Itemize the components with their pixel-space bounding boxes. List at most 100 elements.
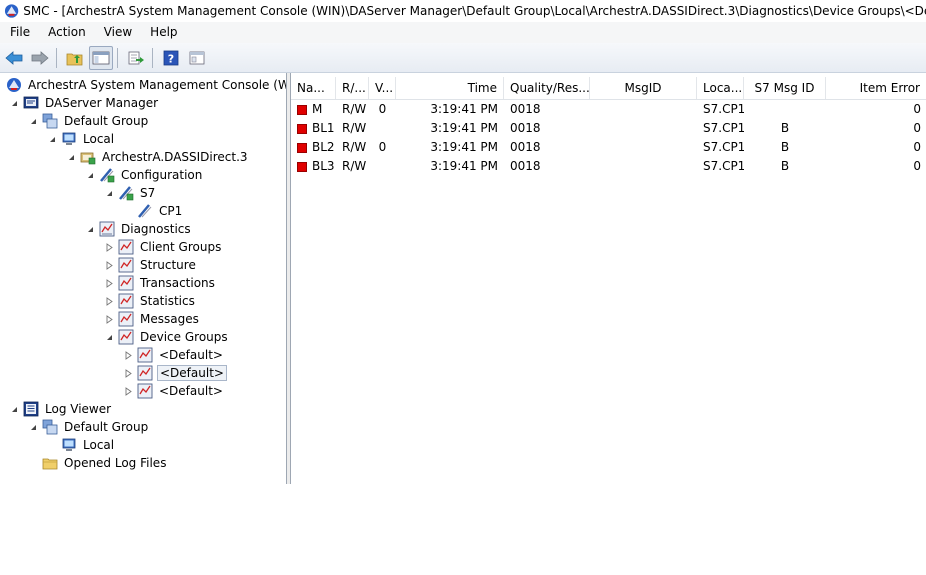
table-row[interactable]: BL2 R/W 0 3:19:41 PM 0018 S7.CP1 B 0 — [291, 138, 926, 157]
tree-label-client-groups: Client Groups — [140, 240, 222, 254]
row-location: S7.CP1 — [703, 102, 744, 116]
row-value: 0 — [378, 140, 387, 154]
collapsed-triangle-icon[interactable] — [105, 278, 114, 288]
expanded-triangle-icon[interactable] — [105, 189, 114, 198]
tree-node-log-default-group[interactable]: Default Group — [29, 418, 150, 436]
expanded-triangle-icon[interactable] — [29, 423, 38, 432]
export-list-button[interactable] — [124, 46, 148, 70]
tree-label-log-viewer: Log Viewer — [45, 402, 112, 416]
show-hide-tree-button[interactable] — [89, 45, 113, 70]
diagnostics-icon — [118, 311, 134, 327]
tree-node-local[interactable]: Local — [48, 130, 116, 148]
tree-node-device-groups[interactable]: Device Groups — [105, 328, 230, 346]
tree-node-archestra-dassidirect[interactable]: ArchestrA.DASSIDirect.3 — [67, 148, 250, 166]
row-location: S7.CP1 — [703, 121, 744, 135]
row-name-cell: BL3 — [291, 157, 336, 176]
tree-node-opened-log-files[interactable]: Opened Log Files — [42, 454, 168, 472]
console-tree-pane[interactable]: ArchestrA System Management Console (WIN… — [0, 73, 287, 484]
toolbar-separator — [117, 47, 118, 68]
row-location: S7.CP1 — [703, 140, 744, 154]
results-list-pane[interactable]: Na... R/... V... Time Quality/Res... Msg… — [290, 73, 926, 484]
row-rw: R/W — [342, 159, 367, 173]
expanded-triangle-icon[interactable] — [10, 99, 19, 108]
tree-node-log-viewer[interactable]: Log Viewer — [10, 400, 113, 418]
tree-node-diagnostics[interactable]: Diagnostics — [86, 220, 193, 238]
column-header-value[interactable]: V... — [369, 77, 396, 99]
menu-file[interactable]: File — [0, 22, 38, 43]
column-header-name[interactable]: Na... — [291, 77, 336, 99]
up-one-level-button[interactable] — [63, 46, 87, 70]
collapsed-triangle-icon[interactable] — [124, 386, 133, 396]
tree-node-root[interactable]: ArchestrA System Management Console (WIN… — [6, 76, 286, 94]
expanded-triangle-icon[interactable] — [29, 117, 38, 126]
group-icon — [42, 419, 58, 435]
table-row[interactable]: BL3 R/W 3:19:41 PM 0018 S7.CP1 B 0 — [291, 157, 926, 176]
row-rw: R/W — [342, 102, 367, 116]
row-time: 3:19:41 PM — [430, 140, 498, 154]
menu-view[interactable]: View — [94, 22, 140, 43]
back-button[interactable] — [2, 46, 26, 70]
expanded-triangle-icon[interactable] — [67, 153, 76, 162]
collapsed-triangle-icon[interactable] — [105, 242, 114, 252]
collapsed-triangle-icon[interactable] — [105, 260, 114, 270]
column-header-quality[interactable]: Quality/Res... — [504, 77, 590, 99]
expanded-triangle-icon[interactable] — [86, 225, 95, 234]
tree-label-diagnostics: Diagnostics — [121, 222, 191, 236]
column-header-item-error[interactable]: Item Error — [826, 77, 926, 99]
column-header-time[interactable]: Time — [396, 77, 504, 99]
item-name: BL3 — [312, 159, 335, 173]
expanded-triangle-icon[interactable] — [105, 333, 114, 342]
computer-icon — [62, 132, 76, 145]
collapsed-triangle-icon[interactable] — [105, 314, 114, 324]
properties-button[interactable] — [185, 46, 209, 70]
tree-label-default-group: Default Group — [64, 114, 149, 128]
expanded-triangle-icon[interactable] — [48, 135, 57, 144]
tree-label-cp1: CP1 — [159, 204, 183, 218]
tree-node-configuration[interactable]: Configuration — [86, 166, 204, 184]
tree-node-client-groups[interactable]: Client Groups — [105, 238, 223, 256]
row-rw: R/W — [342, 140, 367, 154]
collapsed-triangle-icon[interactable] — [124, 350, 133, 360]
tree-node-statistics[interactable]: Statistics — [105, 292, 197, 310]
tree-label-default-2: <Default> — [157, 365, 227, 381]
diagnostics-icon — [137, 365, 153, 381]
tree-node-daserver-manager[interactable]: DAServer Manager — [10, 94, 160, 112]
tree-label-default-3: <Default> — [159, 384, 223, 398]
tree-node-structure[interactable]: Structure — [105, 256, 198, 274]
row-item-error: 0 — [913, 140, 921, 154]
tree-label-local: Local — [83, 132, 115, 146]
tree-node-default-3[interactable]: <Default> — [124, 382, 225, 400]
tree-node-log-local[interactable]: Local — [61, 436, 116, 454]
status-red-icon — [297, 161, 307, 172]
collapsed-triangle-icon[interactable] — [105, 296, 114, 306]
diagnostics-icon — [118, 239, 134, 255]
table-row[interactable]: BL1 R/W 3:19:41 PM 0018 S7.CP1 B 0 — [291, 119, 926, 138]
column-header-s7-msg-id[interactable]: S7 Msg ID — [744, 77, 826, 99]
tree-node-default-group[interactable]: Default Group — [29, 112, 150, 130]
table-row[interactable]: M R/W 0 3:19:41 PM 0018 S7.CP1 0 — [291, 100, 926, 119]
diagnostics-icon — [137, 347, 153, 363]
help-button[interactable]: ? — [159, 46, 183, 70]
tree-node-messages[interactable]: Messages — [105, 310, 201, 328]
collapsed-triangle-icon[interactable] — [124, 368, 133, 378]
tree-label-messages: Messages — [140, 312, 199, 326]
list-header: Na... R/... V... Time Quality/Res... Msg… — [291, 77, 926, 100]
column-header-rw[interactable]: R/... — [336, 77, 369, 99]
row-msgid — [590, 119, 697, 138]
tree-node-s7[interactable]: S7 — [105, 184, 157, 202]
expanded-triangle-icon[interactable] — [86, 171, 95, 180]
help-icon: ? — [163, 50, 179, 65]
menu-action[interactable]: Action — [38, 22, 94, 43]
tree-node-default-2-selected[interactable]: <Default> — [124, 364, 227, 382]
diagnostics-icon — [118, 293, 134, 309]
expanded-triangle-icon[interactable] — [10, 405, 19, 414]
menu-help[interactable]: Help — [140, 22, 185, 43]
tree-node-transactions[interactable]: Transactions — [105, 274, 217, 292]
tree-node-cp1[interactable]: CP1 — [137, 202, 184, 220]
tree-node-default-1[interactable]: <Default> — [124, 346, 225, 364]
column-header-msgid[interactable]: MsgID — [590, 77, 697, 99]
computer-icon — [62, 438, 76, 451]
column-header-location[interactable]: Loca... — [697, 77, 744, 99]
item-name: BL2 — [312, 140, 335, 154]
forward-button[interactable] — [28, 46, 52, 70]
